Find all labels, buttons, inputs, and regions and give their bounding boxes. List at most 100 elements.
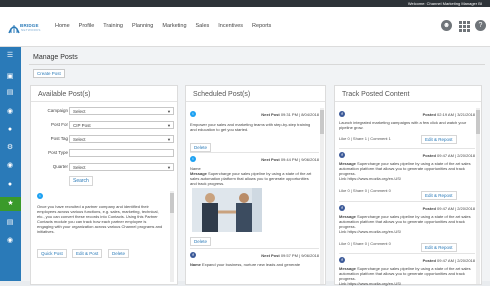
twitter-icon: t bbox=[190, 156, 196, 162]
quick-post-button[interactable]: Quick Post bbox=[37, 249, 67, 258]
next-post-label: Next Post bbox=[261, 112, 280, 117]
quarter-select[interactable]: Select ▼ bbox=[69, 163, 174, 171]
twitter-icon: t bbox=[190, 111, 196, 117]
post-time: 09:44 PM | 9/06/2018 bbox=[280, 157, 319, 162]
facebook-icon: f bbox=[190, 252, 196, 258]
chevron-down-icon: ▼ bbox=[167, 137, 171, 142]
post-time: 09:47 AM | 2/20/2018 bbox=[437, 258, 475, 263]
post-link[interactable]: Link https://www.mozila.org/en-US/ bbox=[339, 176, 471, 181]
nav-item-home[interactable]: Home bbox=[55, 23, 70, 29]
scheduled-posts-panel: Scheduled Post(s) t Next Post 09:31 PM |… bbox=[185, 85, 326, 285]
edit-repost-button[interactable]: Edit & Repost bbox=[421, 191, 457, 200]
sidebar-globe-icon[interactable]: ◉ bbox=[5, 107, 15, 117]
post-link[interactable]: Link https://www.mozila.org/en-US/ bbox=[339, 229, 471, 234]
post-link[interactable]: Link https://www.mozila.org/en-US/ bbox=[339, 281, 471, 286]
edit-repost-button[interactable]: Edit & Repost bbox=[421, 243, 457, 252]
sidebar-reports-icon[interactable]: ▤ bbox=[5, 218, 15, 228]
search-button[interactable]: Search bbox=[69, 176, 93, 186]
delete-button[interactable]: Delete bbox=[108, 249, 130, 258]
engagement-stats: Like 0 | Share 0 | Comment 0 bbox=[339, 241, 391, 246]
chevron-down-icon: ▼ bbox=[167, 123, 171, 128]
sidebar-document-icon[interactable]: ▤ bbox=[5, 88, 15, 98]
post-tag-select[interactable]: Select ▼ bbox=[69, 135, 174, 143]
facebook-icon: f bbox=[339, 205, 345, 211]
post-message: Message Supercharge your sales pipeline … bbox=[339, 214, 471, 229]
scheduled-post-card: t Next Post 09:44 PM | 9/06/2018 Name Me… bbox=[190, 152, 319, 248]
scheduled-post-card: f Next Post 09:57 PM | 9/06/2018 Name Ex… bbox=[190, 248, 319, 284]
post-time: 09:47 AM | 2/20/2018 bbox=[437, 153, 475, 158]
facebook-icon: f bbox=[339, 111, 345, 117]
posted-label: Posted bbox=[422, 258, 436, 263]
sidebar-menu-icon[interactable]: ☰ bbox=[5, 51, 15, 61]
navbar: BRIDGE NETWORKS Home Profile Training Pl… bbox=[0, 7, 490, 47]
post-text: Empower your sales and marketing teams w… bbox=[190, 122, 311, 132]
app-grid-icon[interactable] bbox=[458, 20, 470, 32]
nav-item-planning[interactable]: Planning bbox=[132, 23, 153, 29]
sidebar-social-icon[interactable]: ★ bbox=[0, 197, 21, 211]
posted-label: Posted bbox=[422, 206, 436, 211]
sidebar-partners-icon[interactable]: ● bbox=[5, 125, 15, 135]
main-content: Manage Posts Create Post Available Post(… bbox=[21, 47, 490, 286]
sidebar-settings-icon[interactable]: ⚙ bbox=[5, 143, 15, 153]
create-post-button[interactable]: Create Post bbox=[33, 69, 65, 78]
scrollbar[interactable] bbox=[320, 108, 324, 284]
campaign-label: Campaign bbox=[47, 108, 68, 113]
nav-item-profile[interactable]: Profile bbox=[79, 23, 95, 29]
track-posted-title: Track Posted Content bbox=[335, 86, 481, 102]
twitter-icon: t bbox=[37, 193, 43, 199]
nav-item-marketing[interactable]: Marketing bbox=[162, 23, 186, 29]
sidebar-dashboard-icon[interactable]: ▣ bbox=[5, 72, 15, 82]
post-text: Launch integrated marketing campaigns wi… bbox=[339, 120, 467, 130]
post-type-input[interactable] bbox=[69, 149, 174, 157]
handshake-image-icon bbox=[192, 188, 262, 232]
post-time: 09:31 PM | 8/04/2018 bbox=[280, 112, 319, 117]
post-message: Message Supercharge your sales pipeline … bbox=[339, 266, 471, 281]
divider bbox=[29, 64, 485, 65]
chevron-down-icon: ▼ bbox=[167, 109, 171, 114]
available-posts-panel: Available Post(s) Campaign Select ▼ Post … bbox=[30, 85, 178, 285]
edit-repost-button[interactable]: Edit & Repost bbox=[421, 135, 457, 144]
page-title: Manage Posts bbox=[33, 54, 78, 61]
scheduled-posts-title: Scheduled Post(s) bbox=[186, 86, 325, 102]
scheduled-post-card: t Next Post 09:31 PM | 8/04/2018 Empower… bbox=[190, 108, 319, 152]
post-for-select[interactable]: CIP Post ▼ bbox=[69, 121, 174, 129]
sidebar-team-icon[interactable]: ● bbox=[5, 180, 15, 190]
post-message: Message Supercharge your sales pipeline … bbox=[339, 161, 471, 176]
welcome-text: Welcome: Channel Marketing Manager BI bbox=[407, 1, 482, 6]
scrollbar[interactable] bbox=[170, 191, 174, 282]
nav-item-sales[interactable]: Sales bbox=[196, 23, 210, 29]
next-post-label: Next Post bbox=[261, 157, 280, 162]
available-post-text: Once you have recruited a partner compan… bbox=[37, 204, 163, 234]
facebook-icon: f bbox=[339, 257, 345, 263]
help-icon[interactable]: ? bbox=[475, 20, 486, 31]
top-bar: Welcome: Channel Marketing Manager BI bbox=[0, 0, 490, 7]
sidebar: ☰ ▣ ▤ ◉ ● ⚙ ◉ ● ★ ▤ ◉ bbox=[0, 47, 21, 281]
tracked-post-card: f Posted 09:47 AM | 2/20/2018 Message Su… bbox=[339, 201, 475, 253]
available-post-card: t Once you have recruited a partner comp… bbox=[37, 191, 167, 284]
nav-item-incentives[interactable]: Incentives bbox=[218, 23, 243, 29]
post-for-label: Post For bbox=[50, 122, 68, 127]
sidebar-help-icon[interactable]: ◉ bbox=[5, 236, 15, 246]
post-image bbox=[192, 188, 262, 232]
user-avatar-icon[interactable]: ☻ bbox=[441, 20, 452, 31]
tracked-post-card: f Posted 09:47 AM | 2/20/2018 Message Su… bbox=[339, 253, 475, 286]
next-post-label: Next Post bbox=[261, 253, 280, 258]
post-tag-label: Post Tag bbox=[50, 136, 68, 141]
post-type-label: Post Type bbox=[48, 150, 68, 155]
tracked-post-card: f Posted 09:47 AM | 2/20/2018 Message Su… bbox=[339, 148, 475, 201]
scrollbar[interactable] bbox=[476, 108, 480, 284]
main-menu: Home Profile Training Planning Marketing… bbox=[55, 23, 280, 29]
post-time: 09:47 AM | 2/20/2018 bbox=[437, 206, 475, 211]
campaign-select[interactable]: Select ▼ bbox=[69, 107, 174, 115]
sidebar-contacts-icon[interactable]: ◉ bbox=[5, 161, 15, 171]
track-posted-panel: Track Posted Content f Posted 02:19 AM |… bbox=[334, 85, 482, 286]
edit-post-button[interactable]: Edit & Post bbox=[72, 249, 103, 258]
delete-button[interactable]: Delete bbox=[190, 237, 212, 246]
nav-item-training[interactable]: Training bbox=[103, 23, 123, 29]
logo[interactable]: BRIDGE NETWORKS bbox=[8, 19, 52, 37]
posted-label: Posted bbox=[422, 112, 436, 117]
logo-mark-icon bbox=[8, 25, 20, 34]
post-time: 02:19 AM | 3/21/2018 bbox=[437, 112, 475, 117]
delete-button[interactable]: Delete bbox=[190, 143, 212, 152]
nav-item-reports[interactable]: Reports bbox=[252, 23, 271, 29]
